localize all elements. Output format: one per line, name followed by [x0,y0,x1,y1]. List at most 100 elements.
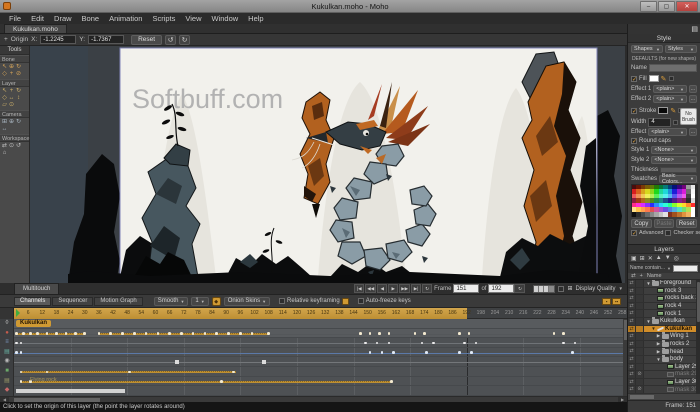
keyframe-dot[interactable] [392,351,395,354]
layer-row-rock-3[interactable]: ⇄ rock 3 [628,287,700,296]
menu-view[interactable]: View [180,14,206,23]
layer-visibility-toggle[interactable] [636,302,644,310]
keyframe-dot[interactable] [128,370,131,374]
layers-hscrollbar[interactable] [628,394,700,400]
keyframe-segment[interactable] [21,380,392,383]
current-frame-input[interactable]: 151 [453,284,480,293]
undo-icon[interactable]: ↺ [165,34,177,45]
fill-mini-checkbox[interactable] [668,76,674,81]
keyframe-dot[interactable] [109,332,112,335]
stroke-width-input[interactable]: 4 [648,117,671,127]
keyframe-dot[interactable] [239,332,242,335]
translate-layer-icon[interactable]: + [8,88,15,95]
stroke-color-swatch[interactable] [658,107,669,114]
select-bone-icon[interactable]: ↖ [1,64,8,71]
keyframe-dot[interactable] [387,332,391,335]
layer-animate-toggle[interactable]: ⇄ [628,378,636,386]
track-camera-icon[interactable]: ⊞ [1,119,8,126]
layer-visibility-toggle[interactable] [636,378,644,386]
add-marker-icon[interactable]: ▪ [602,297,611,305]
audio-channel-icon[interactable]: ◆ [0,386,14,396]
channel-row[interactable] [14,338,627,348]
layer-visibility-toggle[interactable] [636,333,644,340]
keyframe-dot[interactable] [467,332,471,335]
keyframe-dot[interactable] [380,351,384,354]
document-tab[interactable]: Kukulkan.moho [4,24,67,33]
style1-dropdown[interactable]: <None> [651,146,697,154]
layer-visibility-toggle[interactable] [636,363,644,371]
channel-row[interactable] [14,367,627,377]
layer-row-foreground[interactable]: ⇄ ▼ Foreground [628,280,700,288]
keyframe-dot[interactable] [15,351,18,354]
menu-animation[interactable]: Animation [104,14,147,23]
duplicate-layer-icon[interactable]: ⊞ [640,255,645,262]
add-range-marker-icon[interactable]: ▪▪ [612,297,621,305]
scale-layer-icon[interactable]: ◇ [1,95,8,102]
width-mini-checkbox[interactable] [673,119,678,125]
layer-animate-toggle[interactable]: ⇄ [628,280,636,287]
keyframe-dot[interactable] [29,332,32,335]
keyframe-dot[interactable] [203,332,207,335]
rotate-layer-icon[interactable]: ↻ [15,88,22,95]
timeline-vscrollbar[interactable] [623,319,627,396]
layer-visibility-toggle[interactable] [636,317,644,325]
layer-animate-toggle[interactable]: ⇄ [628,363,636,371]
keyframe-dot[interactable] [15,332,18,335]
keyframe-dot[interactable] [562,341,565,345]
fill-color-swatch[interactable] [648,75,659,82]
layer-row-kukulkan[interactable]: ⇄ ▼ Kukulkan [628,317,700,326]
layer-animate-toggle[interactable]: ⇄ [628,325,636,333]
keyframe-dot[interactable] [378,332,381,335]
pan-workspace-icon[interactable]: ⇄ [1,143,8,150]
layer-visibility-toggle[interactable] [636,280,644,287]
layers-scrollbar[interactable] [696,280,700,394]
fill-eyedropper-icon[interactable]: ✎ [661,75,667,83]
layers-filter-dropdown[interactable]: Name contain... [630,265,665,271]
menu-scripts[interactable]: Scripts [147,14,180,23]
layer-animate-toggle[interactable]: ⇄ [628,287,636,295]
checker-selection-checkbox[interactable] [665,230,672,237]
bone-strength-icon[interactable]: ⊘ [15,71,22,78]
origin-x-input[interactable]: -1.2245 [40,35,77,44]
layer-visibility-toggle[interactable] [636,287,644,295]
redo-icon[interactable]: ↻ [179,34,191,45]
flip-v-layer-icon[interactable]: ↕ [15,95,22,102]
keyframe-dot[interactable] [215,332,219,335]
reset-origin-button[interactable]: Reset [131,34,163,45]
style-name-input[interactable] [649,63,697,72]
round-caps-checkbox[interactable] [631,138,637,145]
keyframe-dot[interactable] [552,332,556,335]
layer-animate-toggle[interactable]: ⇄ [628,371,636,378]
display-quality-label[interactable]: Display Quality [576,286,616,292]
canvas-viewport[interactable]: Softbuff.com [30,46,625,283]
layer-expand-caret-icon[interactable]: ▼ [646,281,651,286]
shapes-dropdown[interactable]: Shapes [631,45,663,53]
timeline-tab-sequencer[interactable]: Sequencer [52,296,94,306]
relative-keyframing-checkbox[interactable] [279,298,286,304]
menu-bone[interactable]: Bone [77,14,105,23]
transform-channel-icon[interactable]: ● [0,329,14,339]
layer-row-rock-1[interactable]: ⇄ rock 1 [628,310,700,318]
keyframe-dot[interactable] [359,332,362,335]
play-marker-icon[interactable] [16,309,21,317]
step-back-icon[interactable]: ◀ [377,284,388,293]
pan-camera-icon[interactable]: ↔ [1,126,8,133]
layer-visibility-toggle[interactable]: ⊘ [636,371,644,378]
effect2-dropdown[interactable]: <plain> [653,95,687,103]
layer-visibility-toggle[interactable] [636,340,644,348]
keyframe-dot[interactable] [83,332,87,335]
home-workspace-icon[interactable]: ⌂ [1,150,8,157]
stroke-effect-options-button[interactable]: ... [689,128,697,136]
maximize-icon[interactable]: ▢ [658,1,675,12]
keyframe-dot[interactable] [425,351,428,354]
layer-visibility-toggle[interactable] [636,310,644,317]
search-layers-icon[interactable]: ◎ [674,255,679,262]
move-layer-up-icon[interactable]: ▲ [656,255,662,261]
audio-waveform-bar[interactable] [16,389,125,393]
keyframe-dot[interactable] [413,332,417,335]
stroke-eyedropper-icon[interactable]: ✎ [670,107,676,115]
keyframe-dot[interactable] [463,341,466,345]
layer-expand-caret-icon[interactable]: ▶ [656,349,661,355]
add-bone-icon[interactable]: + [8,71,15,78]
swatches-dropdown[interactable]: Basic Colors... [659,173,697,185]
